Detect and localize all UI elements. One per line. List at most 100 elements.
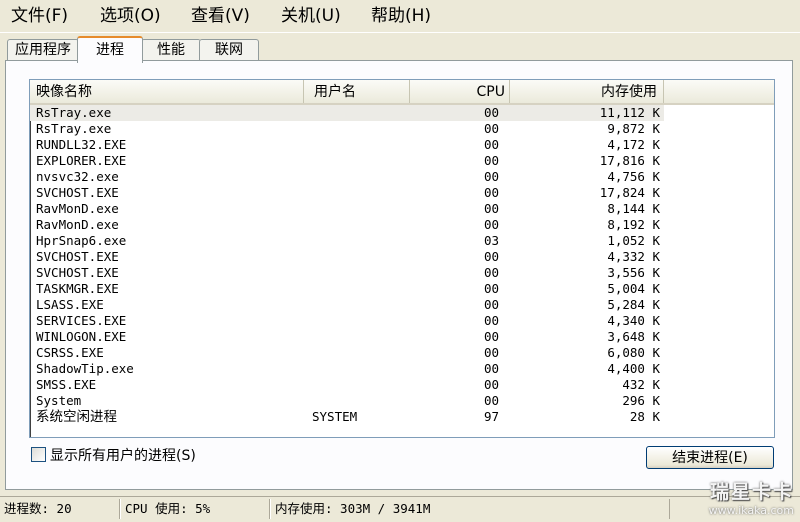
- process-name-cell: EXPLORER.EXE: [36, 153, 127, 168]
- menu-file[interactable]: 文件(F): [11, 5, 68, 27]
- status-memory-usage: 内存使用: 303M / 3941M: [270, 499, 670, 519]
- process-name-cell: RsTray.exe: [36, 121, 112, 136]
- process-cpu-cell: 00: [484, 281, 500, 296]
- process-cpu-cell: 00: [484, 345, 500, 360]
- process-cpu-cell: 00: [484, 217, 500, 232]
- process-memory-cell: 17,816 K: [599, 153, 660, 168]
- process-cpu-cell: 00: [484, 361, 500, 376]
- process-user-cell: [304, 393, 410, 409]
- process-user-cell: [304, 313, 410, 329]
- menu-view[interactable]: 查看(V): [191, 5, 250, 27]
- table-row[interactable]: WINLOGON.EXE 00 3,648 K: [30, 329, 774, 345]
- process-name-cell: System: [36, 393, 82, 408]
- list-header: 映像名称 用户名 CPU 内存使用: [30, 80, 774, 105]
- table-row[interactable]: SVCHOST.EXE 00 17,824 K: [30, 185, 774, 201]
- process-name-cell: SVCHOST.EXE: [36, 265, 119, 280]
- column-header-image-name[interactable]: 映像名称: [30, 80, 304, 103]
- table-row[interactable]: SERVICES.EXE 00 4,340 K: [30, 313, 774, 329]
- table-row[interactable]: nvsvc32.exe 00 4,756 K: [30, 169, 774, 185]
- process-name-cell: WINLOGON.EXE: [36, 329, 127, 344]
- process-name-cell: SMSS.EXE: [36, 377, 97, 392]
- process-user-cell: [304, 329, 410, 345]
- process-memory-cell: 3,648 K: [607, 329, 660, 344]
- table-row[interactable]: RavMonD.exe 00 8,192 K: [30, 217, 774, 233]
- process-memory-cell: 3,556 K: [607, 265, 660, 280]
- process-user-cell: [304, 105, 410, 121]
- tab-processes[interactable]: 进程: [77, 36, 143, 63]
- table-row[interactable]: SVCHOST.EXE 00 4,332 K: [30, 249, 774, 265]
- table-row[interactable]: RsTray.exe 00 9,872 K: [30, 121, 774, 137]
- process-memory-cell: 1,052 K: [607, 233, 660, 248]
- process-memory-cell: 17,824 K: [599, 185, 660, 200]
- column-header-cpu[interactable]: CPU: [410, 80, 510, 103]
- end-process-button[interactable]: 结束进程(E): [646, 446, 774, 469]
- process-cpu-cell: 00: [484, 137, 500, 152]
- process-name-cell: 系统空闲进程: [36, 409, 117, 425]
- process-cpu-cell: 00: [410, 105, 510, 121]
- process-memory-cell: 28 K: [629, 409, 660, 424]
- process-user-cell: [304, 345, 410, 361]
- table-row[interactable]: System 00 296 K: [30, 393, 774, 409]
- tab-applications[interactable]: 应用程序: [7, 39, 79, 61]
- column-header-filler: [664, 80, 774, 103]
- checkbox-box[interactable]: [31, 447, 46, 462]
- process-user-cell: [304, 121, 410, 137]
- process-name-cell: RUNDLL32.EXE: [36, 137, 127, 152]
- table-row[interactable]: RsTray.exe 00 11,112 K: [30, 105, 774, 121]
- table-row[interactable]: SMSS.EXE 00 432 K: [30, 377, 774, 393]
- process-cpu-cell: 00: [484, 185, 500, 200]
- table-row[interactable]: LSASS.EXE 00 5,284 K: [30, 297, 774, 313]
- process-name-cell: RavMonD.exe: [36, 201, 119, 216]
- process-user-cell: [304, 153, 410, 169]
- process-name-cell: HprSnap6.exe: [36, 233, 127, 248]
- table-row[interactable]: HprSnap6.exe 03 1,052 K: [30, 233, 774, 249]
- menu-options[interactable]: 选项(O): [100, 5, 161, 27]
- table-row[interactable]: CSRSS.EXE 00 6,080 K: [30, 345, 774, 361]
- process-name-cell: ShadowTip.exe: [36, 361, 134, 376]
- column-header-user-name[interactable]: 用户名: [304, 80, 410, 103]
- process-memory-cell: 4,400 K: [607, 361, 660, 376]
- process-user-cell: [304, 201, 410, 217]
- process-memory-cell: 6,080 K: [607, 345, 660, 360]
- menu-help[interactable]: 帮助(H): [371, 5, 431, 27]
- process-list[interactable]: 映像名称 用户名 CPU 内存使用 RsTray.exe 00 11,112 K Rs…: [29, 79, 775, 438]
- process-user-cell: [304, 217, 410, 233]
- process-cpu-cell: 00: [484, 153, 500, 168]
- process-user-cell: [304, 265, 410, 281]
- table-row[interactable]: ShadowTip.exe 00 4,400 K: [30, 361, 774, 377]
- process-cpu-cell: 00: [484, 313, 500, 328]
- table-row[interactable]: RUNDLL32.EXE 00 4,172 K: [30, 137, 774, 153]
- table-row[interactable]: 系统空闲进程 SYSTEM 97 28 K: [30, 409, 774, 425]
- process-memory-cell: 4,332 K: [607, 249, 660, 264]
- process-memory-cell: 296 K: [622, 393, 660, 408]
- process-user-cell: [304, 169, 410, 185]
- menu-bar: 文件(F) 选项(O) 查看(V) 关机(U) 帮助(H): [0, 0, 800, 33]
- menu-shutdown[interactable]: 关机(U): [281, 5, 341, 27]
- process-cpu-cell: 00: [484, 265, 500, 280]
- process-memory-cell: 8,192 K: [607, 217, 660, 232]
- table-row[interactable]: EXPLORER.EXE 00 17,816 K: [30, 153, 774, 169]
- process-cpu-cell: 97: [484, 409, 500, 424]
- table-row[interactable]: TASKMGR.EXE 00 5,004 K: [30, 281, 774, 297]
- process-name-cell: nvsvc32.exe: [36, 169, 119, 184]
- process-user-cell: [304, 297, 410, 313]
- watermark-brand: 瑞星卡卡: [709, 481, 794, 503]
- process-cpu-cell: 00: [484, 249, 500, 264]
- table-row[interactable]: RavMonD.exe 00 8,144 K: [30, 201, 774, 217]
- column-header-memory[interactable]: 内存使用: [510, 80, 664, 103]
- process-rows: RsTray.exe 00 11,112 K RsTray.exe 00 9,872 KR…: [30, 105, 774, 425]
- process-cpu-cell: 00: [484, 377, 500, 392]
- process-memory-cell: 5,284 K: [607, 297, 660, 312]
- process-memory-cell: 432 K: [622, 377, 660, 392]
- process-memory-cell: 9,872 K: [607, 121, 660, 136]
- process-memory-cell: 4,756 K: [607, 169, 660, 184]
- tab-performance[interactable]: 性能: [141, 39, 201, 61]
- table-row[interactable]: SVCHOST.EXE 00 3,556 K: [30, 265, 774, 281]
- process-name-cell: TASKMGR.EXE: [36, 281, 119, 296]
- process-name-cell: CSRSS.EXE: [36, 345, 104, 360]
- process-user-cell: [304, 249, 410, 265]
- tab-networking[interactable]: 联网: [199, 39, 259, 61]
- process-cpu-cell: 00: [484, 393, 500, 408]
- process-user-cell: [304, 233, 410, 249]
- watermark-logo: 瑞星卡卡 www.ikaka.com: [709, 477, 794, 517]
